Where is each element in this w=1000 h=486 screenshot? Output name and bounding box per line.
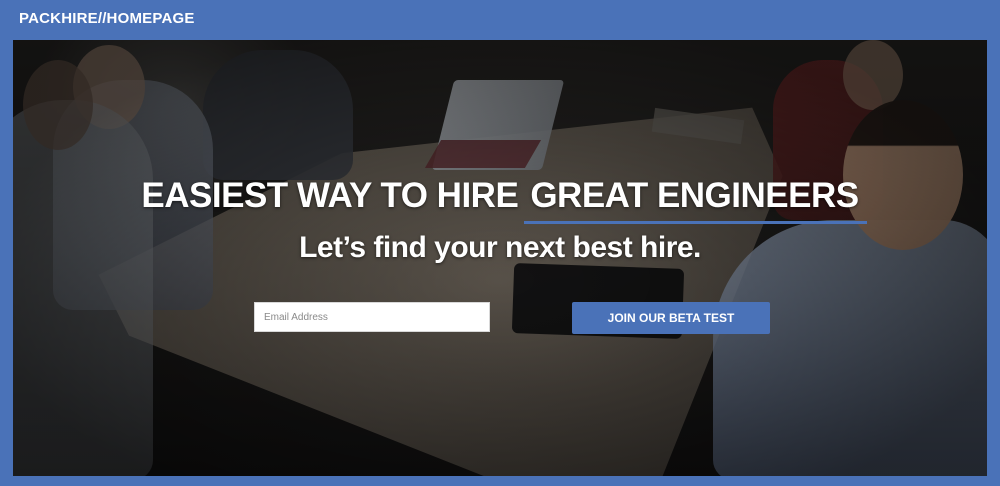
headline-emphasis-wrap: GREAT ENGINEERS [524, 176, 867, 224]
headline-underline [524, 221, 867, 224]
email-input[interactable] [254, 302, 490, 332]
hero-section: EASIEST WAY TO HIRE GREAT ENGINEERS Let’s… [13, 40, 987, 476]
headline-emphasis: GREAT ENGINEERS [530, 176, 859, 215]
top-bar: PACKHIRE//HOMEPAGE [0, 0, 1000, 40]
hero-headline: EASIEST WAY TO HIRE GREAT ENGINEERS [13, 176, 987, 224]
brand-title[interactable]: PACKHIRE//HOMEPAGE [19, 10, 195, 27]
headline-lead: EASIEST WAY TO HIRE [141, 176, 519, 215]
hero-subheadline: Let’s find your next best hire. [299, 231, 701, 264]
join-beta-button[interactable]: JOIN OUR BETA TEST [572, 302, 770, 334]
page-frame: PACKHIRE//HOMEPAGE EASIEST WAY TO HIRE GR… [0, 0, 1000, 486]
